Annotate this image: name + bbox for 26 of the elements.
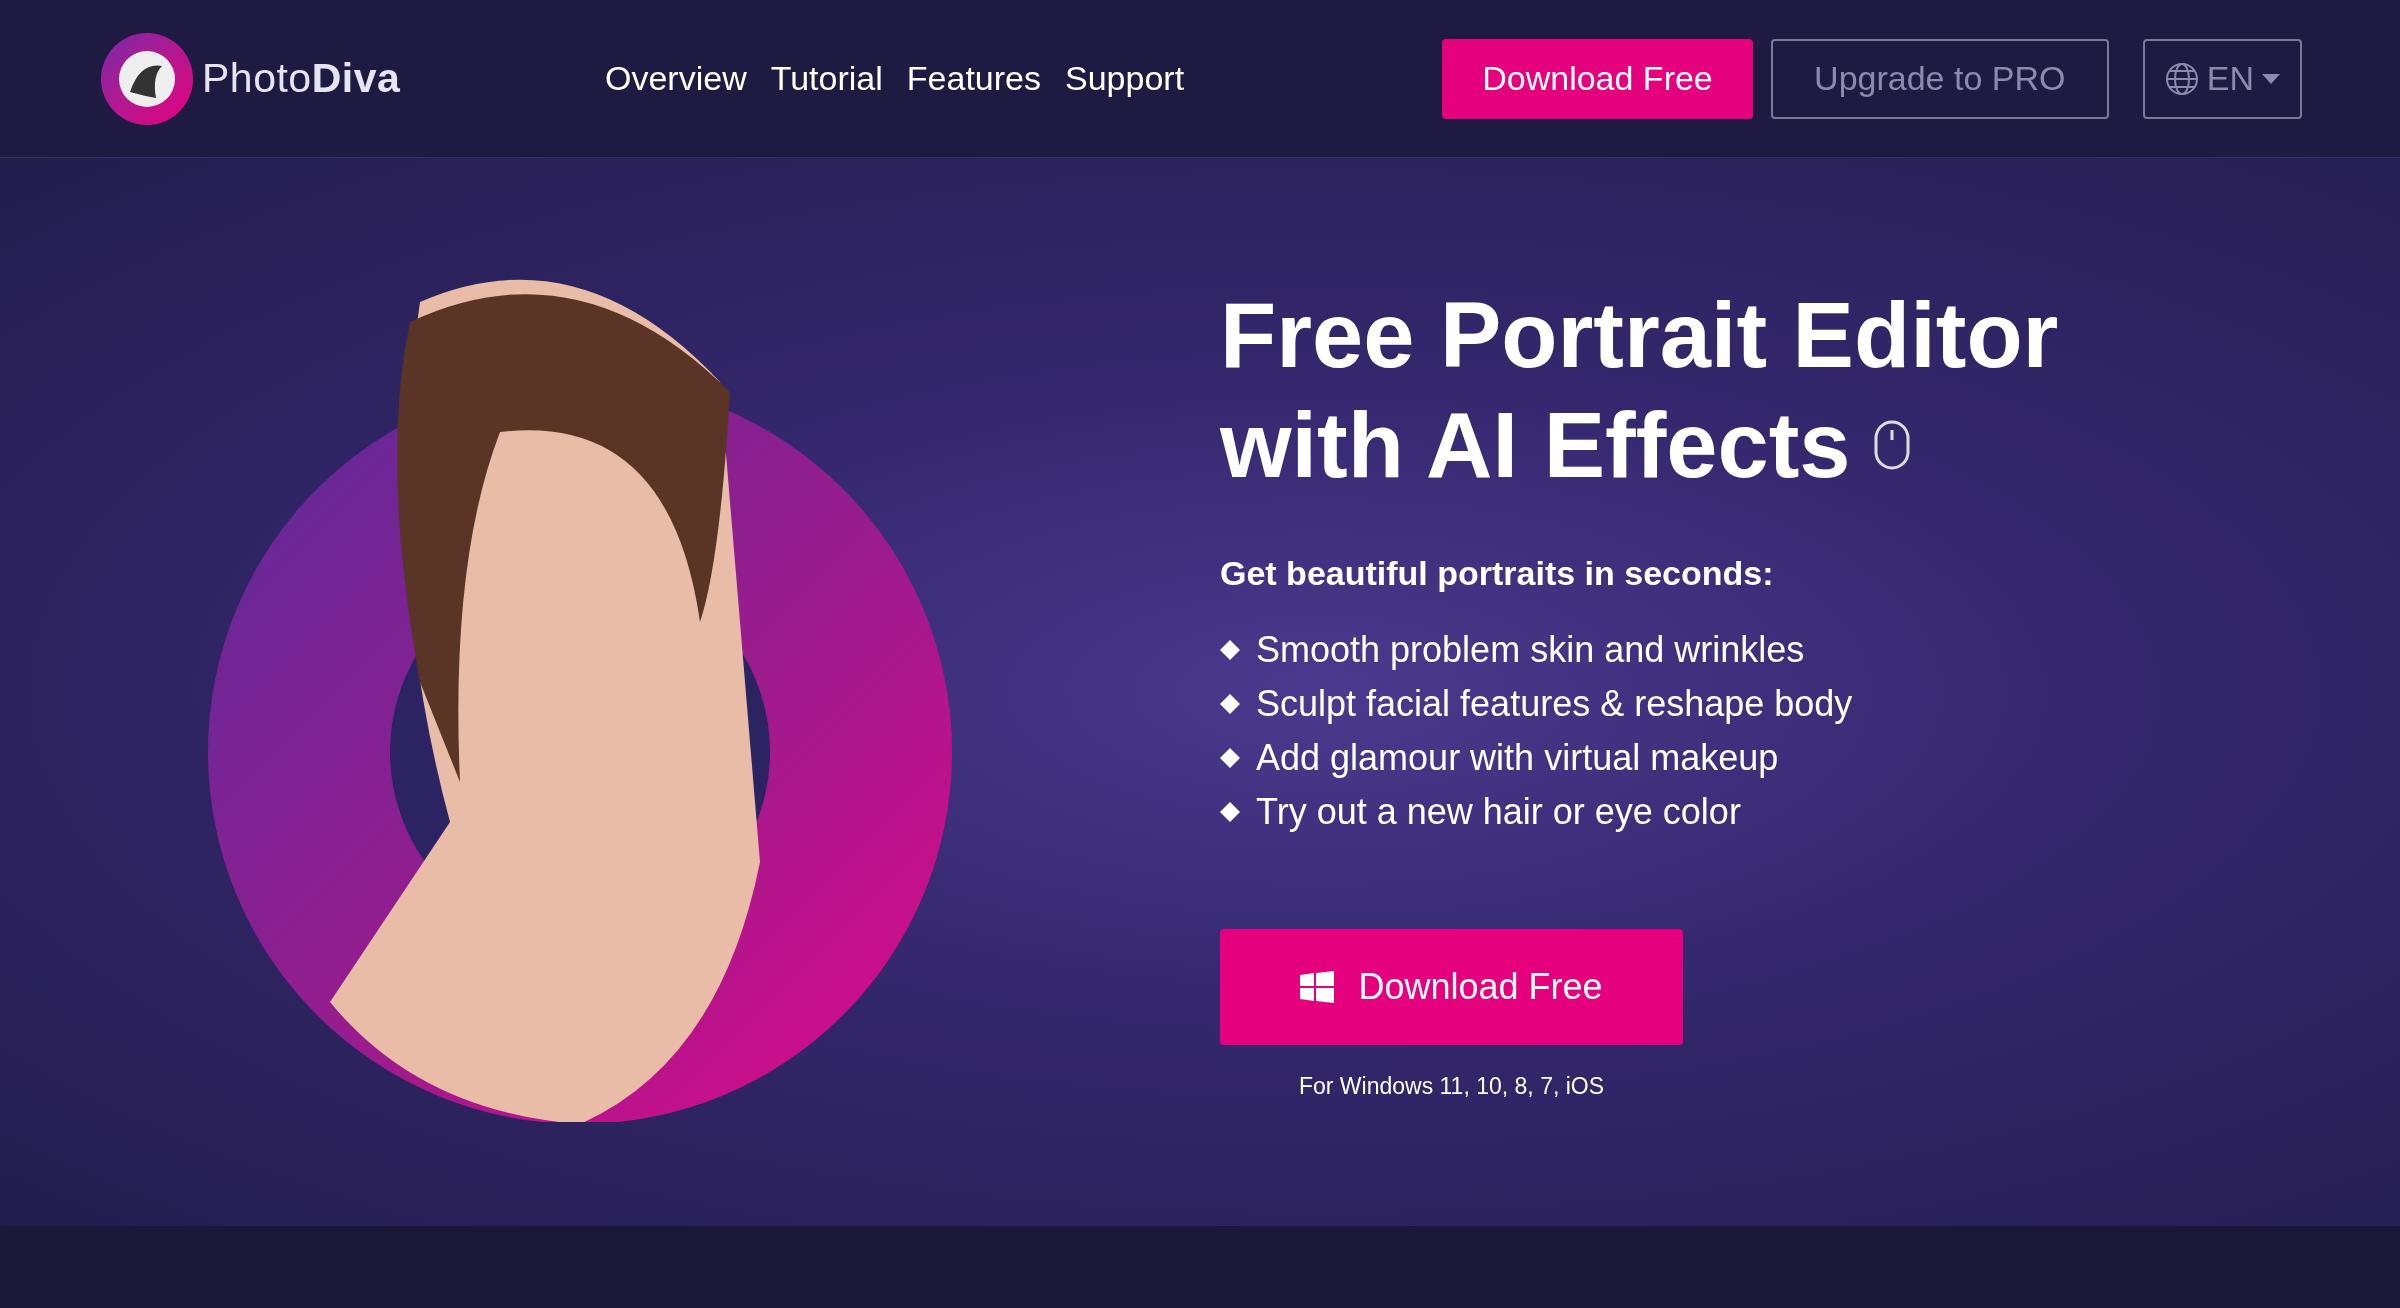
language-dropdown[interactable]: EN [2142,38,2302,119]
diamond-icon [1220,694,1240,715]
feature-item: Try out a new hair or eye color [1256,790,1741,835]
feature-item: Sculpt facial features & reshape body [1256,682,1853,727]
nav-link[interactable]: Support [1065,53,1185,104]
caret-icon [2262,73,2280,84]
globe-icon [2164,61,2199,96]
feature-item: Add glamour with virtual makeup [1256,736,1779,781]
diamond-icon [1220,640,1240,661]
subtitle: Get beautiful portraits in seconds: [1220,553,1775,595]
platforms-note: For Windows 11, 10, 8, 7, iOS [1297,1072,1606,1102]
nav-link[interactable]: Features [906,53,1041,104]
mouse-icon [1874,420,1911,471]
hero-title: Free Portrait Editor [1220,283,2059,389]
diamond-icon [1220,802,1240,823]
hero-title: with AI Effects [1220,393,1851,499]
nav-link[interactable]: Tutorial [770,53,883,104]
logo-text[interactable]: PhotoDiva [202,47,401,110]
nav-link[interactable]: Overview [605,53,747,104]
windows-icon [1300,971,1335,1004]
feature-item: Smooth problem skin and wrinkles [1256,628,1805,673]
download-button[interactable]: Download Free [1220,929,1683,1046]
upgrade-button[interactable]: Upgrade to PRO [1770,38,2109,119]
logo-icon[interactable] [100,31,194,126]
diamond-icon [1220,748,1240,769]
download-button[interactable]: Download Free [1442,38,1753,119]
